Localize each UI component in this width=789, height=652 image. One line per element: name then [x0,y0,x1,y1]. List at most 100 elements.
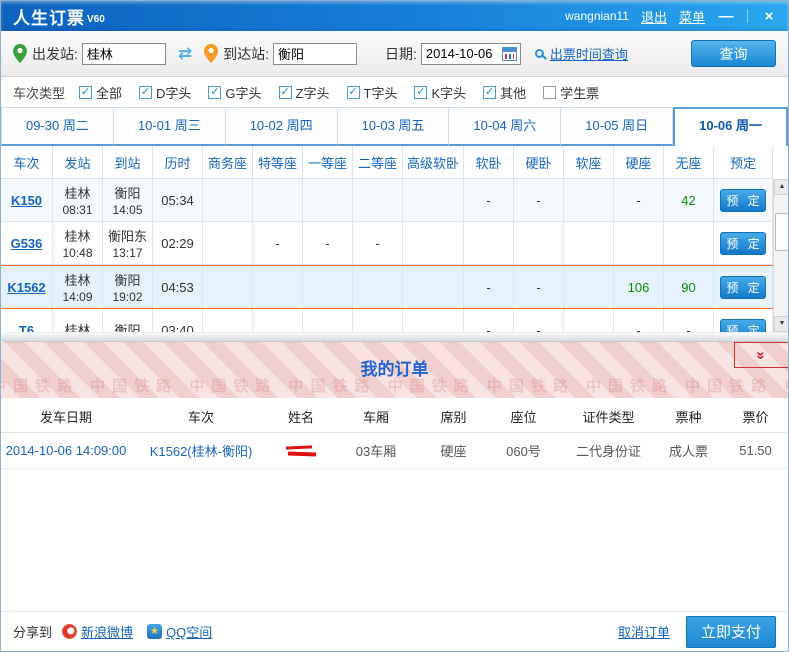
checkbox-icon[interactable]: ✓ [483,86,496,99]
train-no-link[interactable]: K1562 [7,280,45,295]
date-tab-09-30[interactable]: 09-30 周二 [1,107,114,146]
reserve-button[interactable]: 预 定 [720,232,766,255]
checkbox-icon[interactable]: ✓ [139,86,152,99]
from-input[interactable] [82,43,166,65]
order-id-type: 二代身份证 [561,433,656,469]
share-label: 分享到 [13,622,52,641]
orders-table-header: 发车日期车次姓名车厢席别座位证件类型票种票价 [1,401,788,433]
date-tab-10-01[interactable]: 10-01 周三 [114,107,226,146]
filter-其他[interactable]: ✓其他 [483,83,526,102]
weibo-icon[interactable] [62,624,77,639]
filter-K字头[interactable]: ✓ K字头 [414,83,466,102]
qzone-icon[interactable]: ★ [147,624,162,639]
seat-value: - [375,236,379,251]
pay-now-button[interactable]: 立即支付 [686,616,776,648]
search-icon [535,49,544,58]
column-header-硬卧: 硬卧 [514,146,564,179]
seat-cell-高级软卧 [403,266,464,308]
seat-value: - [536,193,540,208]
from-time: 08:31 [62,203,92,217]
duration-cell: 03:40 [153,309,203,332]
train-type-filter-bar: 车次类型 ✓全部✓D字头✓G字头✓Z字头✓T字头✓K字头✓其他学生票 [1,78,788,107]
from-cell: 桂林14:09 [53,266,103,308]
train-no-link[interactable]: G536 [11,236,43,251]
column-header-软座: 软座 [564,146,614,179]
date-tab-10-02[interactable]: 10-02 周四 [226,107,338,146]
order-passenger-name [271,433,331,469]
reserve-button[interactable]: 预 定 [720,319,766,333]
table-row-K150: K150桂林08:31衡阳14:0505:34---42预 定 [1,179,773,222]
checkbox-icon[interactable]: ✓ [79,86,92,99]
duration-cell: 02:29 [153,222,203,265]
to-station: 衡阳 [114,270,140,289]
seat-cell-二等座 [353,266,403,308]
cancel-order-link[interactable]: 取消订单 [618,622,670,641]
seat-cell-一等座 [303,179,353,222]
filter-D字头[interactable]: ✓D字头 [139,83,191,102]
ticket-time-query-link[interactable]: 出票时间查询 [550,44,628,63]
checkbox-icon[interactable]: ✓ [347,86,360,99]
redacted-name [286,443,316,458]
orders-table-body: 2014-10-06 14:09:00K1562(桂林-衡阳)03车厢硬座060… [1,433,788,469]
minimize-icon[interactable]: — [717,8,735,25]
reserve-button[interactable]: 预 定 [720,189,766,212]
seat-cell-软卧: - [464,266,514,308]
seat-cell-特等座: - [253,222,303,265]
from-time: 10:48 [62,246,92,260]
scroll-down-icon[interactable]: ▼ [774,316,789,332]
my-orders-title: 我的订单 [1,355,788,380]
filter-label: K字头 [431,83,466,102]
date-tab-10-04[interactable]: 10-04 周六 [449,107,561,146]
train-no-link[interactable]: K150 [11,193,42,208]
seat-cell-软座 [564,266,614,308]
filter-Z字头[interactable]: ✓Z字头 [279,83,330,102]
titlebar-controls: wangnian11 退出 菜单 — × [565,7,788,26]
seat-cell-软卧: - [464,179,514,222]
app-window: 人生订票 V60 wangnian11 退出 菜单 — × 出发站: ⇄ 到达站… [0,0,789,652]
query-button[interactable]: 查询 [691,40,776,67]
train-table-body: K150桂林08:31衡阳14:0505:34---42预 定G536桂林10:… [1,179,773,332]
date-tab-10-03[interactable]: 10-03 周五 [338,107,450,146]
to-label: 到达站: [223,44,269,64]
filter-全部[interactable]: ✓全部 [79,83,122,102]
panel-splitter[interactable] [1,332,788,342]
search-bar: 出发站: ⇄ 到达站: 日期: 出票时间查询 查询 [1,31,788,77]
column-header-一等座: 一等座 [303,146,353,179]
order-carriage: 03车厢 [331,433,421,469]
date-tab-10-06[interactable]: 10-06 周一 [673,107,788,146]
reserve-button[interactable]: 预 定 [720,276,766,299]
checkbox-icon[interactable]: ✓ [414,86,427,99]
order-price: 51.50 [721,433,789,469]
scroll-up-icon[interactable]: ▲ [774,179,789,195]
table-scrollbar[interactable]: ▲ ▼ [773,179,789,332]
filter-label: G字头 [225,83,261,102]
close-icon[interactable]: × [760,8,778,25]
collapse-panel-button[interactable]: » [734,342,788,368]
titlebar-separator [747,9,748,23]
checkbox-icon[interactable]: ✓ [208,86,221,99]
order-column-header-票种: 票种 [656,401,721,433]
calendar-icon[interactable] [502,47,517,61]
seat-cell-软卧: - [464,309,514,332]
train-no-link[interactable]: T6 [19,323,34,333]
qzone-link[interactable]: QQ空间 [166,622,212,641]
train-no-cell: K1562 [1,266,53,308]
checkbox-icon[interactable] [543,86,556,99]
swap-stations-icon[interactable]: ⇄ [178,44,192,64]
column-header-二等座: 二等座 [353,146,403,179]
filter-学生票[interactable]: 学生票 [543,83,599,102]
logout-link[interactable]: 退出 [641,7,667,26]
seat-cell-高级软卧 [403,179,464,222]
date-tab-10-05[interactable]: 10-05 周日 [561,107,673,146]
filter-T字头[interactable]: ✓T字头 [347,83,398,102]
weibo-link[interactable]: 新浪微博 [81,622,133,641]
title-bar: 人生订票 V60 wangnian11 退出 菜单 — × [1,1,788,31]
filter-G字头[interactable]: ✓ G字头 [208,83,261,102]
scrollbar-thumb[interactable] [775,213,789,251]
menu-link[interactable]: 菜单 [679,7,705,26]
seat-cell-二等座: - [353,222,403,265]
to-input[interactable] [273,43,357,65]
column-header-硬座: 硬座 [614,146,664,179]
reserve-cell: 预 定 [714,309,773,332]
checkbox-icon[interactable]: ✓ [279,86,292,99]
